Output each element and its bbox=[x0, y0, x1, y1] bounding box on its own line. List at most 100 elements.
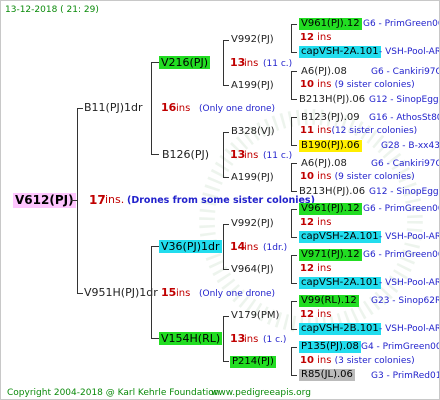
connector bbox=[151, 62, 159, 63]
connector bbox=[291, 283, 297, 284]
connector bbox=[223, 132, 229, 133]
gen2-note: (1 c.) bbox=[263, 335, 287, 345]
gen4-node[interactable]: capVSH-2A.101 bbox=[299, 231, 381, 243]
connector bbox=[223, 132, 224, 178]
gen1-node[interactable]: B11(PJ)1dr bbox=[84, 101, 143, 115]
gen4-node[interactable]: capVSH-2A.101 bbox=[299, 46, 381, 58]
gen4-source: G4 - PrimGreen00 bbox=[361, 342, 440, 352]
gen3-ins-row: 10 ins (9 sister colonies) bbox=[300, 171, 415, 182]
gen4-source: G23 - Sinop62R bbox=[371, 296, 440, 306]
gen3-node[interactable]: A199(PJ) bbox=[231, 171, 274, 185]
connector bbox=[151, 246, 152, 339]
connector bbox=[223, 316, 229, 317]
gen4-source: G16 - AthosSt80R bbox=[369, 113, 439, 123]
gen2-ins-unit: ins bbox=[244, 58, 259, 69]
gen3-ins-row: 10 ins (9 sister colonies) bbox=[300, 79, 415, 90]
header-date: 13-12-2018 ( 21: 29) bbox=[5, 5, 99, 15]
connector bbox=[223, 177, 229, 178]
connector bbox=[151, 246, 159, 247]
gen4-source: - VSH-Pool-AR bbox=[379, 324, 440, 334]
gen4-node[interactable]: capVSH-2A.101 bbox=[299, 277, 381, 289]
footer-copyright: Copyright 2004-2018 @ Karl Kehrle Founda… bbox=[7, 388, 220, 398]
gen4-source: G28 - B-xx43 bbox=[381, 141, 440, 151]
root-ins-value: 17 bbox=[89, 193, 106, 207]
gen4-source: G3 - PrimRed01 bbox=[371, 371, 440, 381]
connector bbox=[291, 375, 297, 376]
root-queen[interactable]: V612(PJ) bbox=[13, 193, 76, 208]
connector bbox=[223, 40, 229, 41]
gen2-node[interactable]: V36(PJ)1dr bbox=[159, 240, 222, 253]
gen3-node[interactable]: V179(PM) bbox=[231, 309, 279, 323]
connector bbox=[223, 224, 229, 225]
gen3-node[interactable]: P214(PJ) bbox=[230, 356, 276, 368]
connector bbox=[223, 316, 224, 362]
gen1-ins: 16 bbox=[161, 101, 177, 114]
gen3-ins-row: 11 ins(12 sister colonies) bbox=[300, 125, 418, 136]
gen4-source: G6 - PrimGreen00 bbox=[363, 204, 440, 214]
connector bbox=[223, 361, 229, 362]
root-note: (Drones from some sister colonies) bbox=[127, 195, 315, 206]
connector bbox=[291, 71, 292, 100]
connector bbox=[223, 85, 229, 86]
connector bbox=[77, 108, 78, 294]
connector bbox=[291, 255, 292, 284]
gen3-ins-row: 12 ins bbox=[300, 217, 332, 228]
gen4-node[interactable]: V961(PJ).12 bbox=[299, 203, 362, 215]
connector bbox=[291, 191, 297, 192]
gen4-source: G6 - Cankiri97Q bbox=[371, 159, 440, 169]
gen4-node[interactable]: A6(PJ).08 bbox=[301, 157, 347, 171]
connector bbox=[291, 347, 297, 348]
gen4-source: - VSH-Pool-AR bbox=[379, 278, 440, 288]
connector bbox=[291, 209, 292, 238]
gen4-node[interactable]: B190(PJ).06 bbox=[299, 140, 362, 152]
gen2-ins-unit: ins bbox=[244, 334, 259, 345]
gen4-source: G12 - SinopEgg86R bbox=[369, 187, 439, 197]
gen4-node[interactable]: A6(PJ).08 bbox=[301, 65, 347, 79]
gen1-note: (Only one drone) bbox=[199, 104, 276, 114]
connector bbox=[223, 224, 224, 270]
gen3-node[interactable]: A199(PJ) bbox=[231, 79, 274, 93]
gen4-node[interactable]: B213H(PJ).06 bbox=[299, 93, 365, 107]
connector bbox=[291, 145, 297, 146]
gen4-source: G6 - PrimGreen00 bbox=[363, 250, 440, 260]
gen2-node[interactable]: V154H(RL) bbox=[159, 332, 223, 345]
gen1-ins: 15 bbox=[161, 286, 177, 299]
connector bbox=[291, 52, 297, 53]
gen1-node[interactable]: V951H(PJ)1dr bbox=[84, 286, 158, 300]
connector bbox=[291, 117, 297, 118]
gen1-ins-unit: ins bbox=[176, 103, 191, 114]
gen4-node[interactable]: V971(PJ).12 bbox=[299, 249, 362, 261]
connector bbox=[223, 269, 229, 270]
gen4-node[interactable]: V961(PJ).12 bbox=[299, 18, 362, 30]
connector bbox=[71, 200, 77, 201]
footer-site-link[interactable]: www.pedigreeapis.org bbox=[211, 386, 311, 399]
connector bbox=[291, 237, 297, 238]
gen3-ins-row: 12 ins bbox=[300, 263, 332, 274]
gen3-ins-row: 12 ins bbox=[300, 32, 332, 43]
gen4-source: - VSH-Pool-AR bbox=[379, 47, 440, 57]
connector bbox=[291, 163, 292, 192]
gen4-source: G6 - Cankiri97Q bbox=[371, 67, 440, 77]
gen1-ins-unit: ins bbox=[176, 288, 191, 299]
connector bbox=[291, 255, 297, 256]
gen3-node[interactable]: V964(PJ) bbox=[231, 263, 274, 277]
gen2-node[interactable]: V216(PJ) bbox=[159, 56, 210, 69]
gen3-ins-row: 10 ins (3 sister colonies) bbox=[300, 355, 415, 366]
connector bbox=[151, 154, 159, 155]
gen3-ins-row: 12 ins bbox=[300, 309, 332, 320]
gen4-node[interactable]: capVSH-2B.101 bbox=[299, 323, 381, 335]
gen4-node[interactable]: V99(RL).12 bbox=[299, 295, 359, 307]
gen4-node[interactable]: B123(PJ).09 bbox=[301, 111, 360, 125]
gen2-node[interactable]: B126(PJ) bbox=[162, 148, 209, 162]
connector bbox=[291, 24, 297, 25]
connector bbox=[223, 40, 224, 86]
gen3-node[interactable]: V992(PJ) bbox=[231, 217, 274, 231]
gen3-node[interactable]: B328(VJ) bbox=[231, 125, 275, 139]
gen2-note: (11 c.) bbox=[263, 59, 293, 69]
gen2-ins-unit: ins bbox=[244, 150, 259, 161]
connector bbox=[77, 108, 83, 109]
gen4-node[interactable]: B213H(PJ).06 bbox=[299, 185, 365, 199]
gen4-node[interactable]: P135(PJ).08 bbox=[299, 341, 361, 353]
gen4-node[interactable]: R85(JL).06 bbox=[299, 369, 355, 381]
gen3-node[interactable]: V992(PJ) bbox=[231, 33, 274, 47]
